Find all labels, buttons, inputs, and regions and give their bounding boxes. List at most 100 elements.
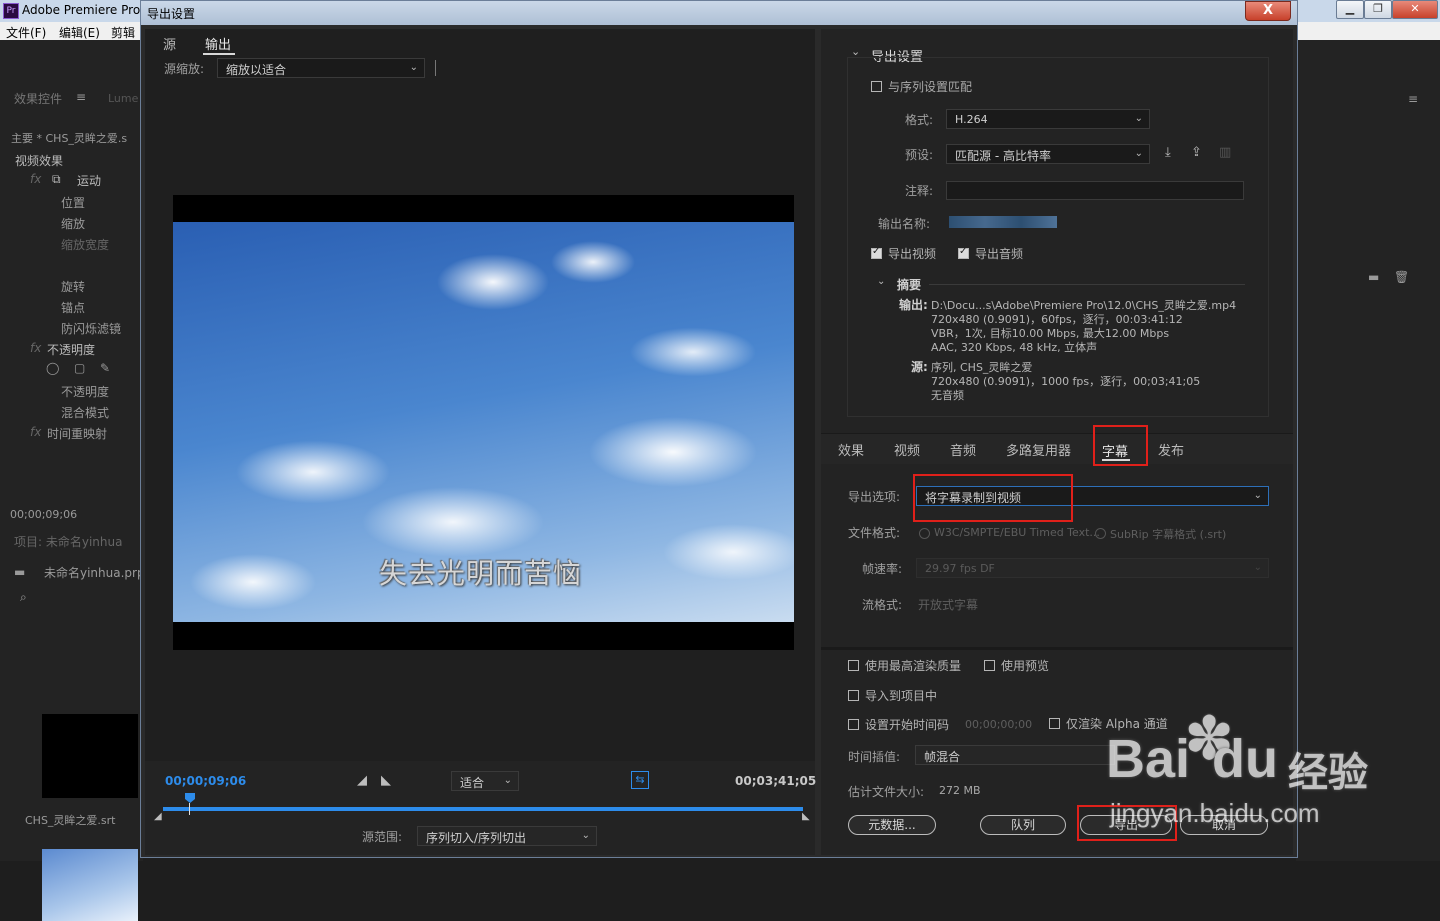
alpha-only-checkbox[interactable]	[1049, 718, 1060, 729]
folder-icon[interactable]: ▬	[1368, 270, 1379, 284]
dialog-titlebar: 导出设置 X	[141, 1, 1297, 25]
effect-timecode: 00;00;09;06	[10, 508, 78, 521]
fit-dropdown[interactable]: 适合 ⌄	[451, 771, 519, 791]
baidu-watermark: ✽ Bai du 经验 jingyan.baidu.com	[1100, 700, 1430, 840]
watermark-url: jingyan.baidu.com	[1110, 798, 1320, 828]
interpolation-label: 时间插值:	[848, 750, 901, 764]
mark-out-icon[interactable]: ◣	[381, 773, 391, 788]
bottom-divider	[821, 647, 1293, 650]
maximize-button[interactable]: ❐	[1364, 0, 1392, 19]
tab-publish[interactable]: 发布	[1158, 440, 1184, 459]
folder-icon: ▬	[14, 565, 26, 579]
tab-output[interactable]: 输出	[205, 34, 231, 53]
clip-label: 主要 * CHS_灵眸之爱.s	[11, 132, 128, 145]
tab-multiplexer[interactable]: 多路复用器	[1006, 440, 1071, 459]
prop-scale[interactable]: 缩放	[61, 215, 85, 232]
effect-opacity[interactable]: 不透明度	[47, 341, 95, 358]
import-project-checkbox[interactable]	[848, 690, 859, 701]
lumetri-tab[interactable]: Lume	[108, 92, 138, 105]
mark-in-icon[interactable]: ◢	[357, 773, 367, 788]
prop-anchor[interactable]: 锚点	[61, 299, 85, 316]
prop-antiflicker[interactable]: 防闪烁滤镜	[61, 320, 121, 337]
preset-dropdown[interactable]: 匹配源 - 高比特率 ⌄	[946, 144, 1150, 164]
preview-pane: 源 输出 源缩放: 缩放以适合 ⌄ 失去光明而苦恼 00;00;09;06 ◢ …	[145, 29, 816, 855]
delete-preset-icon[interactable]: ▥	[1219, 145, 1231, 160]
search-icon[interactable]: ⌕	[20, 590, 27, 605]
tab-video[interactable]: 视频	[894, 440, 920, 459]
chevron-down-icon[interactable]: ⌄	[877, 276, 885, 287]
menu-edit[interactable]: 编辑(E)	[59, 24, 100, 41]
timeline-track[interactable]	[163, 807, 803, 811]
dialog-close-button[interactable]: X	[1245, 1, 1291, 21]
export-video-checkbox[interactable]	[871, 246, 882, 259]
start-tc-value: 00;00;00;00	[965, 718, 1033, 731]
trash-icon[interactable]: 🗑	[1394, 270, 1409, 284]
menu-file[interactable]: 文件(F)	[6, 24, 46, 41]
metadata-button[interactable]: 元数据...	[848, 815, 936, 835]
match-sequence-label: 与序列设置匹配	[888, 80, 973, 94]
minimize-button[interactable]: ▁	[1336, 0, 1364, 19]
import-project-label: 导入到项目中	[865, 689, 938, 703]
source-range-dropdown[interactable]: 序列切入/序列切出 ⌄	[417, 826, 597, 846]
effect-controls-tab[interactable]: 效果控件	[14, 90, 62, 107]
project-tab[interactable]: 项目: 未命名yinhua	[14, 533, 122, 550]
prop-rotation[interactable]: 旋转	[61, 278, 85, 295]
rect-mask-icon[interactable]: ▢	[74, 361, 85, 375]
save-preset-icon[interactable]: ⤓	[1165, 145, 1171, 160]
interpolation-dropdown[interactable]: 帧混合	[915, 745, 1115, 765]
pen-mask-icon[interactable]: ✎	[100, 361, 110, 375]
ellipse-mask-icon[interactable]: ◯	[46, 361, 59, 375]
max-render-checkbox[interactable]	[848, 660, 859, 671]
menu-clip[interactable]: 剪辑	[111, 24, 135, 41]
clip-thumbnail-sky[interactable]	[42, 849, 138, 921]
effect-motion[interactable]: 运动	[77, 172, 101, 189]
filesize-label: 估计文件大小:	[848, 785, 925, 799]
comment-input[interactable]	[946, 181, 1244, 200]
source-scale-dropdown[interactable]: 缩放以适合 ⌄	[217, 58, 425, 78]
export-audio-checkbox[interactable]	[958, 246, 969, 259]
summary-heading: 摘要	[897, 278, 922, 292]
tab-audio[interactable]: 音频	[950, 440, 976, 459]
output-name-link[interactable]	[949, 216, 1057, 228]
export-video-label: 导出视频	[888, 247, 937, 261]
app-close-button[interactable]: ✕	[1392, 0, 1438, 19]
motion-icon: ⧉	[52, 172, 61, 186]
tab-output-underline	[203, 53, 235, 55]
prop-opacity[interactable]: 不透明度	[61, 383, 109, 400]
frame-rate-dropdown[interactable]: 29.97 fps DF ⌄	[916, 558, 1269, 578]
tab-source[interactable]: 源	[163, 34, 176, 53]
chevron-down-icon: ⌄	[503, 775, 512, 786]
video-effects-label: 视频效果	[15, 154, 64, 168]
effect-time-remap[interactable]: 时间重映射	[47, 425, 107, 442]
hamburger-icon[interactable]: ≡	[1408, 92, 1418, 106]
clip-thumbnail-srt[interactable]	[42, 714, 138, 798]
frame-rate-label: 帧速率:	[862, 562, 903, 576]
max-render-label: 使用最高渲染质量	[865, 659, 962, 673]
out-point-marker[interactable]: ◣	[802, 811, 810, 822]
source-range-value: 序列切入/序列切出	[426, 831, 527, 845]
aspect-toggle-icon[interactable]: ⇆	[631, 771, 649, 789]
hamburger-icon[interactable]: ≡	[76, 90, 86, 104]
format-radio-srt[interactable]	[1095, 528, 1106, 539]
comment-label: 注释:	[905, 184, 934, 198]
prop-blend-mode[interactable]: 混合模式	[61, 404, 109, 421]
prop-scale-width[interactable]: 缩放宽度	[61, 236, 109, 253]
summary-source-label: 源:	[911, 360, 928, 374]
prop-position[interactable]: 位置	[61, 194, 85, 211]
playhead-line	[189, 803, 190, 815]
playhead[interactable]	[185, 793, 195, 803]
format-radio-timedtext[interactable]	[919, 528, 930, 539]
format-dropdown[interactable]: H.264 ⌄	[946, 109, 1150, 129]
in-point-marker[interactable]: ◢	[154, 811, 162, 822]
premiere-logo: Pr	[3, 3, 19, 19]
format-option-srt: SubRip 字幕格式 (.srt)	[1110, 528, 1227, 541]
set-start-tc-checkbox[interactable]	[848, 719, 859, 730]
use-preview-checkbox[interactable]	[984, 660, 995, 671]
tab-effects[interactable]: 效果	[838, 440, 864, 459]
divider	[435, 60, 436, 76]
queue-button[interactable]: 队列	[980, 815, 1066, 835]
timecode-start[interactable]: 00;00;09;06	[165, 774, 246, 788]
match-sequence-checkbox[interactable]	[871, 81, 882, 92]
chevron-down-icon: ⌄	[581, 830, 590, 841]
import-preset-icon[interactable]: ⇪	[1191, 145, 1202, 160]
